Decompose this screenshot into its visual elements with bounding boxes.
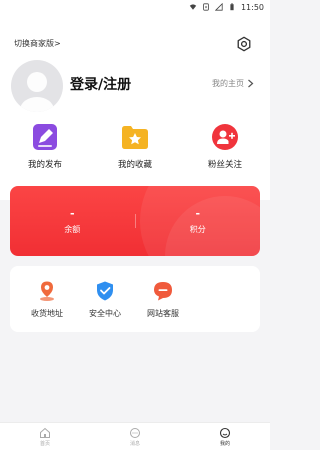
balance-stat[interactable]: - 余额 <box>10 207 135 235</box>
avatar[interactable] <box>11 60 63 112</box>
bottom-tab-bar: 首页 消息 我的 <box>0 422 270 450</box>
quick-action-label: 我的收藏 <box>117 160 152 170</box>
battery-icon <box>230 3 234 11</box>
stats-card: - 余额 - 积分 <box>10 186 260 256</box>
balance-value: - <box>69 207 75 220</box>
location-pin-icon <box>40 281 54 301</box>
quick-action-label: 粉丝关注 <box>207 160 242 170</box>
message-icon <box>130 427 140 438</box>
star-folder-icon <box>122 126 148 149</box>
home-icon <box>40 427 50 438</box>
gear-icon[interactable] <box>236 36 252 52</box>
shield-check-icon <box>97 281 113 300</box>
points-label: 积分 <box>189 225 206 234</box>
svg-text:✕: ✕ <box>204 5 207 10</box>
status-bar: ✕ 11:50 <box>0 0 270 14</box>
default-avatar-icon <box>20 72 54 112</box>
quick-action-my-favorites[interactable]: 我的收藏 <box>90 122 180 174</box>
service-security[interactable]: 安全中心 <box>76 280 134 319</box>
service-address[interactable]: 收货地址 <box>18 280 76 319</box>
my-homepage-label: 我的主页 <box>212 79 244 88</box>
service-customer-support[interactable]: 网站客服 <box>134 280 192 319</box>
tab-mine[interactable]: 我的 <box>180 423 270 450</box>
profile-icon <box>219 427 231 438</box>
services-card: 收货地址 安全中心 网站客服 <box>10 266 260 332</box>
tab-home[interactable]: 首页 <box>0 423 90 450</box>
service-label: 安全中心 <box>89 308 121 318</box>
sim-icon: ✕ <box>203 3 209 11</box>
quick-action-label: 我的发布 <box>27 160 62 170</box>
points-stat[interactable]: - 积分 <box>136 207 261 235</box>
service-label: 网站客服 <box>147 308 179 318</box>
login-register-button[interactable]: 登录/注册 <box>70 74 131 94</box>
tab-label: 首页 <box>39 440 50 447</box>
wifi-icon <box>189 4 197 10</box>
edit-document-icon <box>33 124 57 150</box>
follow-user-icon <box>212 124 238 150</box>
quick-action-my-posts[interactable]: 我的发布 <box>0 122 90 174</box>
switch-merchant-link[interactable]: 切换商家版> <box>14 38 61 49</box>
points-value: - <box>195 207 201 220</box>
quick-actions: 我的发布 我的收藏 粉丝关注 <box>0 122 270 174</box>
balance-label: 余额 <box>64 225 81 234</box>
chevron-right-icon <box>248 79 254 88</box>
quick-action-followers[interactable]: 粉丝关注 <box>180 122 270 174</box>
signal-icon <box>214 3 223 11</box>
my-homepage-link[interactable]: 我的主页 <box>212 78 254 89</box>
status-time: 11:50 <box>240 2 264 12</box>
service-label: 收货地址 <box>31 308 63 318</box>
chat-bubble-icon <box>154 281 172 300</box>
tab-messages[interactable]: 消息 <box>90 423 180 450</box>
tab-label: 消息 <box>129 440 140 447</box>
tab-label: 我的 <box>219 440 230 447</box>
